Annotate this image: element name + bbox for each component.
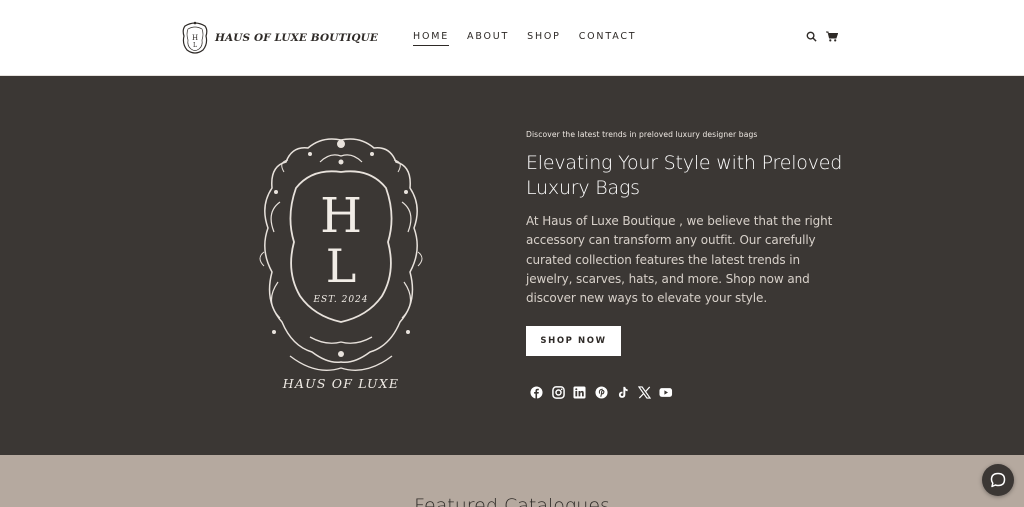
hero-body: At Haus of Luxe Boutique , we believe th… [526,214,833,306]
x-icon[interactable] [637,386,652,400]
hero-eyebrow: Discover the latest trends in preloved l… [526,130,758,139]
linkedin-icon[interactable] [573,386,587,400]
header-actions [806,31,838,42]
nav-home[interactable]: HOME [413,31,450,46]
hero-section: H L EST. 2024 HAUS OF LUXE Discover the … [0,76,1024,455]
facebook-icon[interactable] [530,386,544,400]
crest-emblem: H L EST. 2024 [259,138,423,371]
search-icon[interactable] [806,31,817,42]
site-header: H L HAUS OF LUXE BOUTIQUE HOME ABOUT SHO… [0,0,1024,76]
crest-monogram-l: L [326,239,357,293]
nav-shop[interactable]: SHOP [527,31,561,46]
crest-monogram-h: H [320,188,362,244]
chat-widget-button[interactable] [982,464,1014,496]
tiktok-icon[interactable] [616,386,630,400]
crest-caption: HAUS OF LUXE [282,376,400,391]
instagram-icon[interactable] [551,386,566,400]
crest-logo-icon: H L [182,21,208,54]
crest-established: EST. 2024 [312,295,368,305]
cart-icon[interactable] [826,31,838,42]
featured-catalogues-section: Featured Catalogues [0,455,1024,507]
shop-now-button[interactable]: SHOP NOW [526,326,621,356]
chat-bubble-icon [990,472,1006,488]
youtube-icon[interactable] [659,386,673,400]
brand-logo-link[interactable]: H L HAUS OF LUXE BOUTIQUE [181,19,378,57]
svg-text:L: L [193,42,197,49]
pinterest-icon[interactable] [595,386,609,400]
hero-headline: Elevating Your Style with Preloved Luxur… [526,152,843,199]
nav-contact[interactable]: CONTACT [579,31,637,46]
featured-title: Featured Catalogues [414,495,610,507]
social-links [530,386,673,400]
nav-about[interactable]: ABOUT [467,31,509,46]
brand-name: HAUS OF LUXE BOUTIQUE [215,32,378,44]
svg-text:H: H [192,34,198,42]
main-nav: HOME ABOUT SHOP CONTACT [413,31,654,46]
